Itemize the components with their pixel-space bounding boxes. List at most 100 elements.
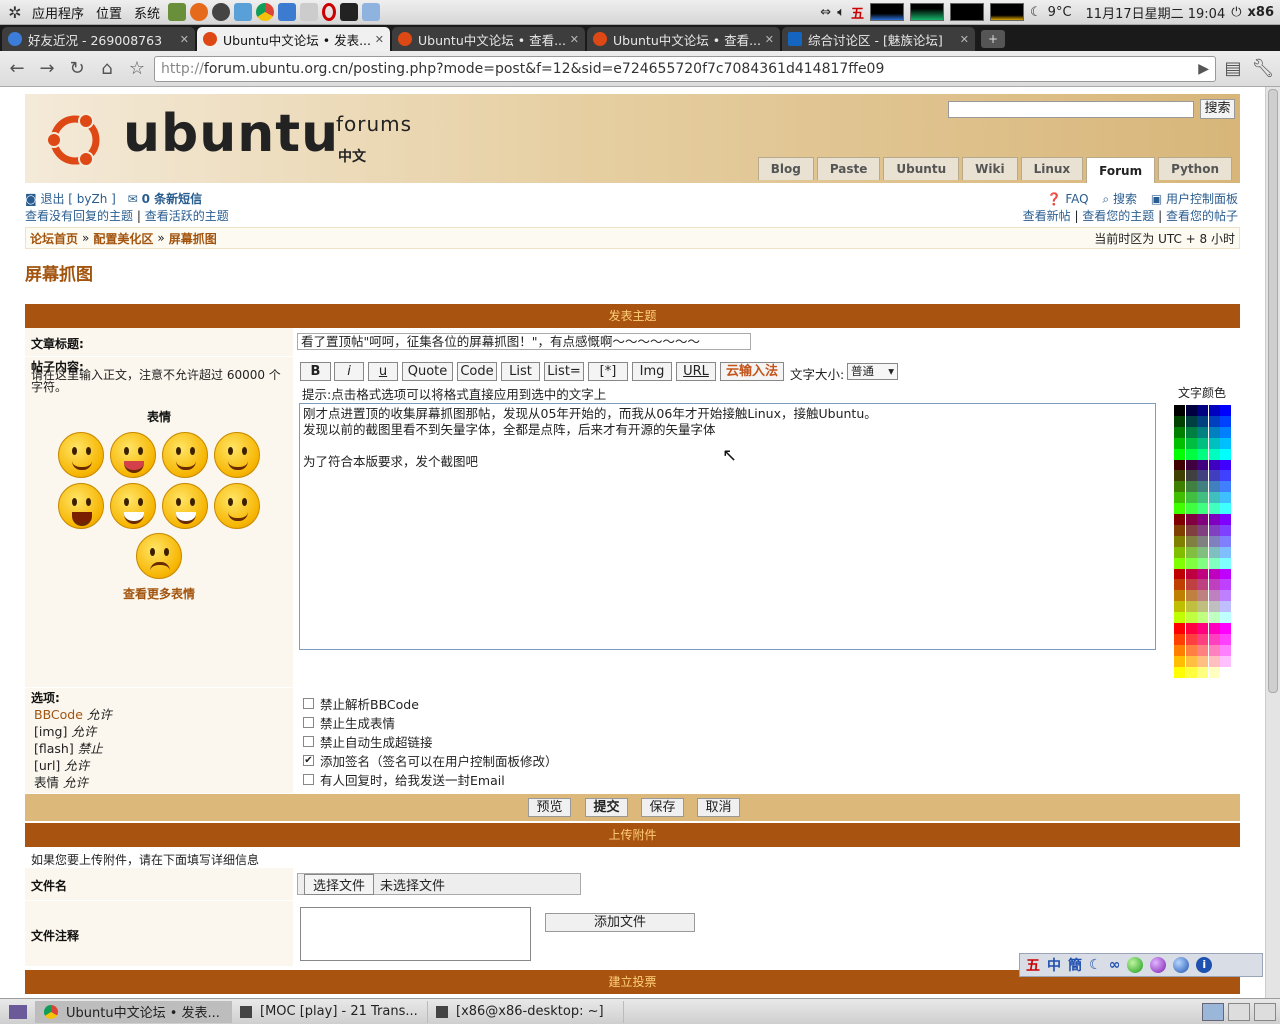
network-icon[interactable]: ⇔ <box>820 5 831 20</box>
ime-simplified-toggle[interactable]: 簡 <box>1068 955 1082 975</box>
color-swatch[interactable] <box>1197 633 1209 645</box>
ime-lang-toggle[interactable]: 中 <box>1047 955 1061 975</box>
breadcrumb-category[interactable]: 配置美化区 <box>93 230 153 247</box>
color-swatch[interactable] <box>1185 557 1197 569</box>
tab-close-icon[interactable]: ✕ <box>960 33 969 46</box>
file-picker[interactable]: 选择文件 未选择文件 <box>297 873 581 895</box>
tab-qzone[interactable]: 好友近况 - 269008763 ✕ <box>2 27 195 51</box>
notify-checkbox[interactable] <box>303 774 314 785</box>
color-swatch[interactable] <box>1185 568 1197 580</box>
save-button[interactable]: 保存 <box>641 798 684 817</box>
color-swatch[interactable] <box>1174 568 1185 580</box>
ubuntu-logo-icon[interactable]: ✲ <box>4 1 26 23</box>
nav-tab-blog[interactable]: Blog <box>757 157 814 180</box>
forward-icon[interactable]: → <box>34 56 60 82</box>
color-swatch[interactable] <box>1197 503 1209 515</box>
color-swatch[interactable] <box>1185 579 1197 591</box>
workspace-1[interactable] <box>1202 1002 1224 1021</box>
ime-green-orb-icon[interactable] <box>1127 957 1144 973</box>
color-swatch[interactable] <box>1174 633 1185 645</box>
weather-temp[interactable]: 9°C <box>1048 5 1072 20</box>
option-disable-smilies[interactable]: 禁止生成表情 <box>303 713 395 732</box>
preview-button[interactable]: 预览 <box>528 798 571 817</box>
color-swatch[interactable] <box>1174 405 1185 416</box>
color-swatch[interactable] <box>1208 415 1220 427</box>
img-button[interactable]: Img <box>632 362 672 381</box>
color-swatch[interactable] <box>1197 405 1209 416</box>
color-swatch[interactable] <box>1197 590 1209 602</box>
color-swatch[interactable] <box>1185 459 1197 471</box>
color-swatch[interactable] <box>1220 557 1232 569</box>
launcher-icon[interactable] <box>300 3 319 21</box>
tab-ubuntu-post[interactable]: Ubuntu中文论坛 • 发表... ✕ <box>197 27 390 51</box>
color-swatch[interactable] <box>1208 612 1220 624</box>
color-swatch[interactable] <box>1197 535 1209 547</box>
color-swatch[interactable] <box>1174 655 1185 667</box>
more-emoticons-link[interactable]: 查看更多表情 <box>123 585 195 602</box>
color-swatch[interactable] <box>1185 590 1197 602</box>
tab-close-icon[interactable]: ✕ <box>180 33 189 46</box>
color-swatch[interactable] <box>1220 612 1232 624</box>
file-comment-textarea[interactable] <box>300 907 531 961</box>
color-swatch[interactable] <box>1208 470 1220 482</box>
your-topics-link[interactable]: 查看您的主题 <box>1082 209 1154 223</box>
taskbar-item-moc[interactable]: [MOC [play] - 21 Trans... <box>232 1000 428 1023</box>
launcher-icon[interactable] <box>212 3 231 21</box>
color-swatch[interactable] <box>1197 524 1209 536</box>
color-swatch[interactable] <box>1174 623 1185 634</box>
color-swatch[interactable] <box>1185 623 1197 634</box>
clock[interactable]: 11月17日星期二 19:04 <box>1086 3 1226 22</box>
launcher-icon[interactable] <box>168 3 187 21</box>
disable-magic-url-checkbox[interactable] <box>303 736 314 747</box>
color-palette[interactable] <box>1174 405 1232 678</box>
nav-tab-forum[interactable]: Forum <box>1086 157 1156 183</box>
color-swatch[interactable] <box>1208 557 1220 569</box>
color-swatch[interactable] <box>1208 459 1220 471</box>
color-swatch[interactable] <box>1220 590 1232 602</box>
color-swatch[interactable] <box>1220 470 1232 482</box>
folder-icon[interactable] <box>362 3 381 21</box>
user-name[interactable]: x86 <box>1248 5 1274 20</box>
ime-moon-icon[interactable]: ☾ <box>1089 957 1102 973</box>
unanswered-link[interactable]: 查看没有回复的主题 <box>25 209 133 223</box>
applications-menu[interactable]: 应用程序 <box>26 3 90 22</box>
back-icon[interactable]: ← <box>4 56 30 82</box>
ime-wubi-toggle[interactable]: 五 <box>1026 955 1040 975</box>
ime-purple-orb-icon[interactable] <box>1150 957 1167 973</box>
tab-close-icon[interactable]: ✕ <box>375 33 384 46</box>
color-swatch[interactable] <box>1208 601 1220 613</box>
post-body-textarea[interactable]: 刚才点进置顶的收集屏幕抓图那帖，发现从05年开始的，而我从06年才开始接触Lin… <box>299 403 1156 650</box>
color-swatch[interactable] <box>1208 481 1220 493</box>
show-desktop-icon[interactable] <box>0 1000 36 1023</box>
emoticon-snicker[interactable] <box>214 483 260 529</box>
home-icon[interactable]: ⌂ <box>94 56 120 82</box>
tab-meizu[interactable]: 综合讨论区 - [魅族论坛] ✕ <box>782 27 975 51</box>
color-swatch[interactable] <box>1197 514 1209 525</box>
color-swatch[interactable] <box>1208 655 1220 667</box>
color-swatch[interactable] <box>1197 557 1209 569</box>
opera-icon[interactable] <box>322 3 337 21</box>
list-button[interactable]: List <box>501 362 540 381</box>
taskbar-item-chrome[interactable]: Ubuntu中文论坛 • 发表... <box>36 1000 232 1023</box>
color-swatch[interactable] <box>1208 644 1220 656</box>
color-swatch[interactable] <box>1220 546 1232 558</box>
italic-button[interactable]: i <box>334 362 364 381</box>
color-swatch[interactable] <box>1174 415 1185 427</box>
color-swatch[interactable] <box>1208 514 1220 525</box>
nav-tab-linux[interactable]: Linux <box>1020 157 1084 180</box>
color-swatch[interactable] <box>1197 612 1209 624</box>
color-swatch[interactable] <box>1208 579 1220 591</box>
color-swatch[interactable] <box>1208 448 1220 460</box>
ucp-link[interactable]: 用户控制面板 <box>1166 192 1238 206</box>
emoticon-smile[interactable] <box>58 432 104 478</box>
color-swatch[interactable] <box>1208 426 1220 438</box>
color-swatch[interactable] <box>1185 503 1197 515</box>
new-tab-button[interactable]: + <box>981 30 1005 48</box>
active-topics-link[interactable]: 查看活跃的主题 <box>145 209 229 223</box>
color-swatch[interactable] <box>1208 546 1220 558</box>
logout-link[interactable]: 退出 [ byZh ] <box>40 192 115 206</box>
color-swatch[interactable] <box>1197 568 1209 580</box>
color-swatch[interactable] <box>1185 612 1197 624</box>
option-attach-sig[interactable]: ✔ 添加签名（签名可以在用户控制面板修改） <box>303 751 558 770</box>
add-file-button[interactable]: 添加文件 <box>545 913 695 932</box>
